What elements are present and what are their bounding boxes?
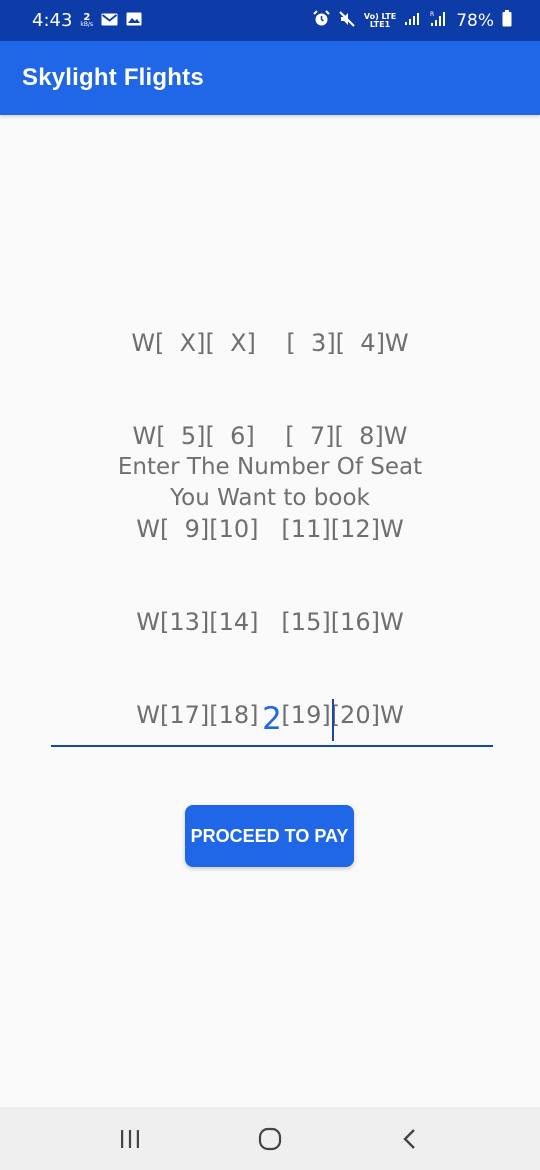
gallery-icon xyxy=(126,11,142,30)
app-bar: Skylight Flights xyxy=(0,41,540,115)
network-type: Vo) LTE LTE1 xyxy=(364,13,396,29)
seat-count-field[interactable] xyxy=(51,692,493,747)
seat-map: W[ X][ X] [ 3][ 4]W W[ 5][ 6] [ 7][ 8]W … xyxy=(0,266,540,762)
network-bottom: LTE1 xyxy=(369,19,391,29)
app-title: Skylight Flights xyxy=(22,64,204,91)
battery-icon xyxy=(502,10,512,31)
signal-roaming-icon: R xyxy=(430,10,448,31)
battery-percent: 78% xyxy=(456,10,494,31)
alarm-icon xyxy=(313,10,330,31)
gmail-icon xyxy=(101,11,118,30)
seat-row: W[13][14] [15][16]W xyxy=(136,608,404,636)
status-left: 4:43 2 kB/s xyxy=(32,10,142,31)
seat-prompt-line2: You Want to book xyxy=(170,485,370,511)
seat-prompt-line1: Enter The Number Of Seat xyxy=(117,454,423,480)
seat-row: W[ 5][ 6] [ 7][ 8]W xyxy=(132,422,408,450)
text-caret xyxy=(332,699,334,741)
proceed-to-pay-button[interactable]: PROCEED TO PAY xyxy=(185,805,354,867)
back-icon[interactable] xyxy=(380,1114,440,1164)
signal-icon xyxy=(404,11,422,30)
seat-prompt: Enter The Number Of Seat You Want to boo… xyxy=(0,452,540,514)
net-speed: 2 kB/s xyxy=(80,13,94,29)
seat-row: W[ 9][10] [11][12]W xyxy=(136,515,404,543)
seat-row: W[ X][ X] [ 3][ 4]W xyxy=(131,329,409,357)
navigation-bar xyxy=(0,1107,540,1170)
home-icon[interactable] xyxy=(240,1114,300,1164)
net-speed-unit: kB/s xyxy=(80,21,94,29)
status-bar: 4:43 2 kB/s Vo) LTE LTE1 R 78% xyxy=(0,0,540,41)
svg-text:R: R xyxy=(430,11,434,18)
seat-count-input[interactable] xyxy=(51,700,493,737)
mute-icon xyxy=(338,10,356,32)
recent-apps-icon[interactable] xyxy=(100,1114,160,1164)
status-time: 4:43 xyxy=(32,10,73,31)
status-right: Vo) LTE LTE1 R 78% xyxy=(313,10,512,32)
